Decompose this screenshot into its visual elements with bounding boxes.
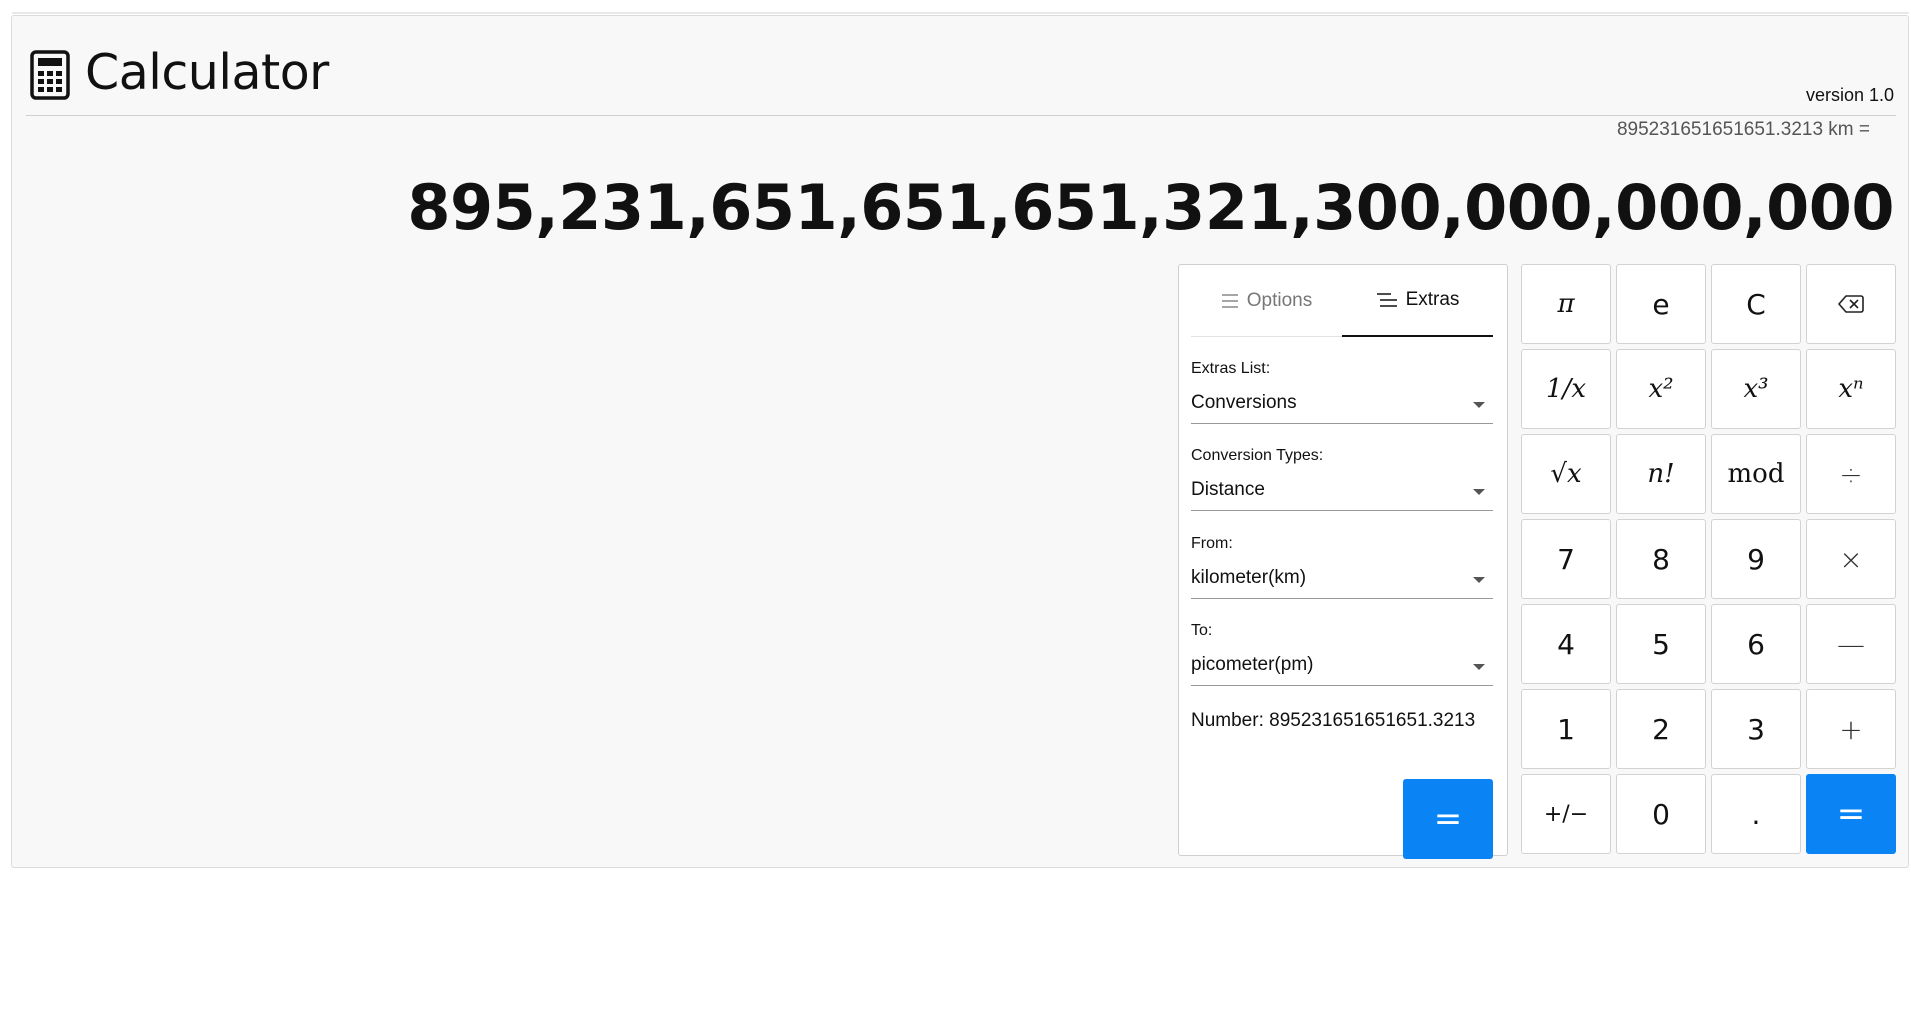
one-button[interactable]: 1 (1521, 689, 1611, 769)
conversion-types-value: Distance (1191, 479, 1265, 500)
version-label: version 1.0 (1805, 85, 1894, 105)
result-display: 895,231,651,651,651,321,300,000,000,000 (407, 171, 1894, 244)
five-button[interactable]: 5 (1616, 604, 1706, 684)
from-select[interactable]: kilometer(km) (1191, 559, 1493, 599)
clear-button[interactable]: C (1711, 264, 1801, 344)
conversion-types-select[interactable]: Distance (1191, 471, 1493, 511)
eight-button[interactable]: 8 (1616, 519, 1706, 599)
top-divider (12, 12, 1909, 14)
multiply-button[interactable]: × (1806, 519, 1896, 599)
plus-button[interactable]: + (1806, 689, 1896, 769)
from-value: kilometer(km) (1191, 567, 1307, 588)
extras-list-select[interactable]: Conversions (1191, 384, 1493, 424)
six-button[interactable]: 6 (1711, 604, 1801, 684)
expression-display: 895231651651651.3213 km = (1616, 119, 1870, 140)
list-icon (1376, 293, 1397, 307)
number-value: Number: 895231651651651.3213 (1191, 710, 1476, 731)
tab-extras[interactable]: Extras (1342, 265, 1493, 337)
pi-button[interactable]: π (1521, 264, 1611, 344)
to-select[interactable]: picometer(pm) (1191, 646, 1493, 686)
power-button[interactable]: xⁿ (1806, 349, 1896, 429)
chevron-down-icon (1473, 402, 1485, 408)
menu-icon (1221, 294, 1238, 308)
to-label: To: (1191, 622, 1213, 639)
four-button[interactable]: 4 (1521, 604, 1611, 684)
equals-button[interactable]: = (1806, 774, 1896, 854)
tab-options[interactable]: Options (1191, 265, 1342, 337)
header: Calculator version 1.0 (26, 30, 1896, 116)
app-title: Calculator (85, 44, 329, 101)
decimal-button[interactable]: . (1711, 774, 1801, 854)
chevron-down-icon (1473, 577, 1485, 583)
extras-list-label: Extras List: (1191, 360, 1271, 377)
cube-button[interactable]: x³ (1711, 349, 1801, 429)
zero-button[interactable]: 0 (1616, 774, 1706, 854)
divide-button[interactable]: ÷ (1806, 434, 1896, 514)
two-button[interactable]: 2 (1616, 689, 1706, 769)
seven-button[interactable]: 7 (1521, 519, 1611, 599)
panel-tabs: Options Extras (1191, 265, 1493, 337)
e-button[interactable]: e (1616, 264, 1706, 344)
keypad: π e C 1/x x² x³ xⁿ √x n! mod ÷ 7 8 9 × 4… (1521, 264, 1901, 856)
backspace-icon (1838, 295, 1864, 313)
nine-button[interactable]: 9 (1711, 519, 1801, 599)
calculator-app: Calculator version 1.0 895231651651651.3… (11, 15, 1909, 868)
minus-button[interactable]: — (1806, 604, 1896, 684)
calculator-icon (30, 50, 70, 100)
convert-equals-button[interactable]: = (1403, 779, 1493, 859)
conversion-types-label: Conversion Types: (1191, 447, 1324, 464)
reciprocal-button[interactable]: 1/x (1521, 349, 1611, 429)
chevron-down-icon (1473, 489, 1485, 495)
extras-panel: Options Extras Extras List: Conversions … (1178, 264, 1508, 859)
from-label: From: (1191, 535, 1233, 552)
backspace-button[interactable] (1806, 264, 1896, 344)
factorial-button[interactable]: n! (1616, 434, 1706, 514)
extras-list-value: Conversions (1191, 392, 1297, 413)
chevron-down-icon (1473, 664, 1485, 670)
plus-minus-button[interactable]: +/− (1521, 774, 1611, 854)
sqrt-button[interactable]: √x (1521, 434, 1611, 514)
tab-options-label: Options (1246, 290, 1313, 311)
mod-button[interactable]: mod (1711, 434, 1801, 514)
to-value: picometer(pm) (1191, 654, 1314, 675)
square-button[interactable]: x² (1616, 349, 1706, 429)
tab-extras-label: Extras (1405, 289, 1460, 310)
three-button[interactable]: 3 (1711, 689, 1801, 769)
